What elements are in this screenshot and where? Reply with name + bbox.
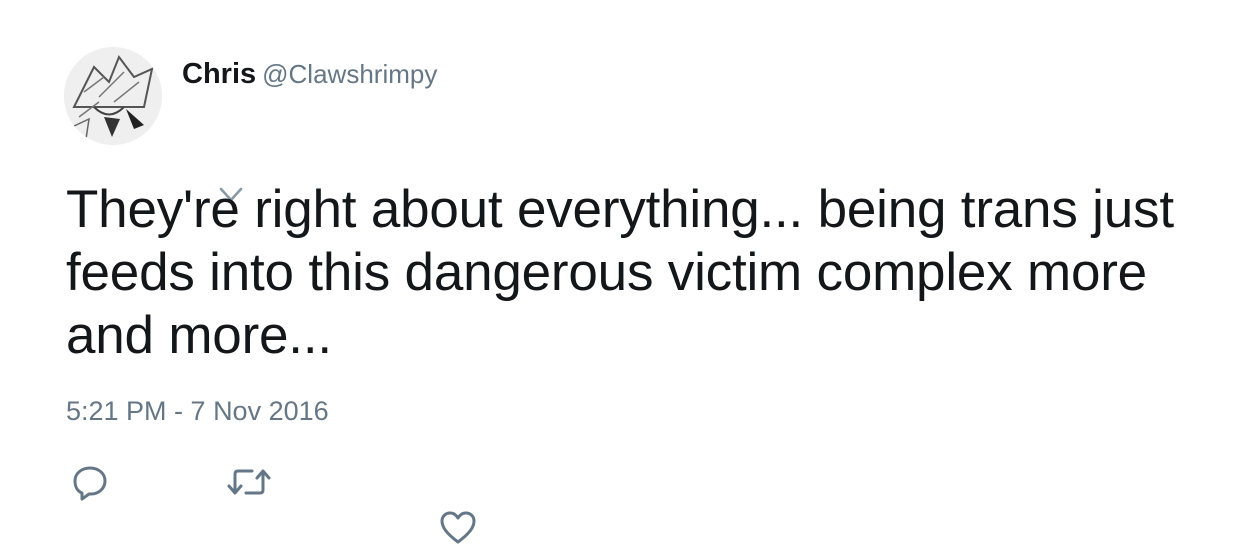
retweet-icon [227,469,271,495]
heart-icon [440,511,476,544]
tweet-timestamp[interactable]: 5:21 PM - 7 Nov 2016 [66,396,329,427]
tweet-card: Chris @Clawshrimpy They're right about ev… [0,0,1258,555]
user-handle[interactable]: @Clawshrimpy [262,59,437,89]
avatar[interactable] [64,47,162,145]
tweet-text: They're right about everything... being … [66,180,1174,365]
retweet-button[interactable] [226,462,272,502]
tweet-author: Chris @Clawshrimpy [182,58,437,91]
like-button[interactable] [438,508,478,548]
reply-icon [73,466,107,501]
display-name[interactable]: Chris [182,58,256,90]
avatar-image [64,47,162,145]
reply-button[interactable] [70,462,110,502]
